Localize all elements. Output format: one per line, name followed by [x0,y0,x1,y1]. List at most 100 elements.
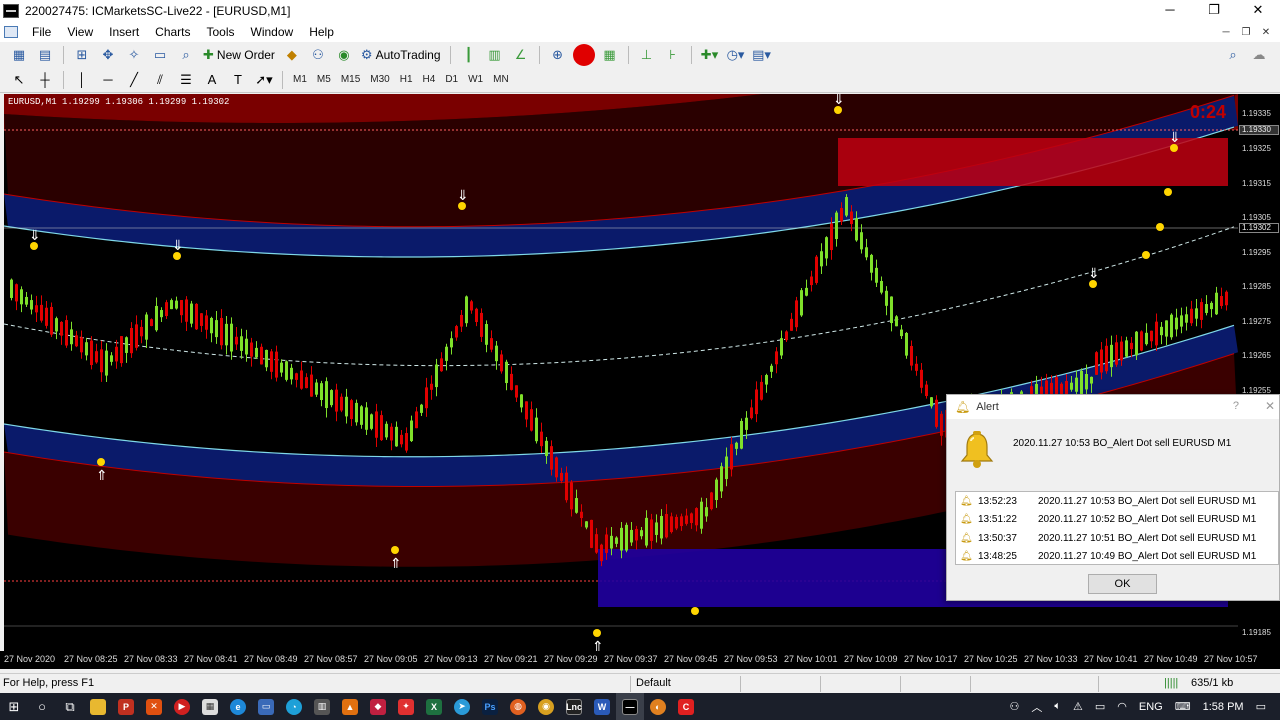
strategy-tester-icon[interactable]: ⌕ [175,45,197,65]
battery-icon[interactable]: ▭ [1095,700,1105,713]
candlestick-icon[interactable]: ▥ [484,45,506,65]
app-icon[interactable]: Lnc [560,693,588,720]
metatrader-icon[interactable]: — [616,693,644,720]
line-chart-icon[interactable]: ∠ [510,45,532,65]
timeframe-d1[interactable]: D1 [440,74,463,85]
task-view-icon[interactable]: ⧉ [56,693,84,720]
timeframe-mn[interactable]: MN [488,74,514,85]
alert-row[interactable]: 🔔︎ 13:52:23 2020.11.27 10:53 BO_Alert Do… [956,492,1278,511]
text-icon[interactable]: A [201,70,223,90]
menu-window[interactable]: Window [243,25,302,39]
timeframe-m5[interactable]: M5 [312,74,336,85]
file-explorer-icon[interactable] [84,693,112,720]
edge-icon[interactable]: e [224,693,252,720]
periods-icon[interactable]: ◷▾ [725,45,747,65]
signals-icon[interactable]: ⚇ [307,45,329,65]
app-icon[interactable]: ▦ [196,693,224,720]
timeframe-h1[interactable]: H1 [395,74,418,85]
auto-scroll-icon[interactable]: ⊥ [636,45,658,65]
terminal-icon[interactable]: ▭ [149,45,171,65]
app-icon[interactable]: ◐ [644,693,672,720]
app-icon[interactable]: C [672,693,700,720]
vertical-line-icon[interactable]: │ [71,70,93,90]
app-icon[interactable]: ▶ [168,693,196,720]
text-label-icon[interactable]: T [227,70,249,90]
menu-insert[interactable]: Insert [101,25,147,39]
record-indicator-icon[interactable] [572,43,595,66]
clock[interactable]: 1:58 PM [1203,701,1244,713]
tile-windows-icon[interactable]: ▦ [599,45,621,65]
fibonacci-icon[interactable]: ☰ [175,70,197,90]
alert-ok-button[interactable]: OK [1088,574,1157,594]
indicators-icon[interactable]: ✚▾ [699,45,721,65]
mdi-minimize-icon[interactable]: ─ [1216,27,1236,38]
wifi-icon[interactable]: ◠ [1117,700,1127,713]
autotrading-button[interactable]: ⚙ AutoTrading [357,45,445,65]
navigator-icon[interactable]: ✧ [123,45,145,65]
channel-icon[interactable]: ⫽ [149,70,171,90]
excel-icon[interactable]: X [420,693,448,720]
firefox-icon[interactable]: ◍ [504,693,532,720]
new-chart-icon[interactable]: ▦ [8,45,30,65]
photoshop-icon[interactable]: Ps [476,693,504,720]
chat-icon[interactable]: ☁ [1248,45,1270,65]
templates-icon[interactable]: ▤▾ [751,45,773,65]
app-icon[interactable]: P [112,693,140,720]
alert-help-button[interactable]: ? [1233,400,1239,412]
market-icon[interactable]: ◉ [333,45,355,65]
profiles-icon[interactable]: ▤ [34,45,56,65]
notifications-icon[interactable]: ▭ [1256,700,1266,713]
people-icon[interactable]: ⚇ [1010,700,1020,713]
minimize-button[interactable]: ─ [1148,0,1192,22]
close-button[interactable]: ✕ [1236,0,1280,22]
crosshair-icon[interactable]: ┼ [34,70,56,90]
keyboard-icon[interactable]: ⌨ [1175,700,1191,713]
menu-file[interactable]: File [24,25,59,39]
mdi-close-icon[interactable]: ✕ [1256,27,1276,38]
menu-help[interactable]: Help [301,25,342,39]
cursor-icon[interactable]: ↖ [8,70,30,90]
app-icon[interactable]: ▲ [336,693,364,720]
tray-expand-icon[interactable]: ︿ [1031,699,1042,715]
timeframe-m30[interactable]: M30 [365,74,394,85]
timeframe-h4[interactable]: H4 [418,74,441,85]
app-icon[interactable]: ◔ [280,693,308,720]
restore-button[interactable]: ❐ [1192,0,1236,22]
search-icon[interactable]: ○ [28,693,56,720]
app-icon[interactable]: ◆ [364,693,392,720]
menu-tools[interactable]: Tools [199,25,243,39]
alert-row[interactable]: 🔔︎ 13:51:22 2020.11.27 10:52 BO_Alert Do… [956,511,1278,530]
horizontal-line-icon[interactable]: ─ [97,70,119,90]
volume-icon[interactable]: 🔈︎ [1054,700,1061,713]
network-icon[interactable]: ⚠ [1073,700,1083,713]
timeframe-w1[interactable]: W1 [463,74,488,85]
language-indicator[interactable]: ENG [1139,701,1163,713]
alert-history-list[interactable]: 🔔︎ 13:52:23 2020.11.27 10:53 BO_Alert Do… [955,491,1279,565]
market-watch-icon[interactable]: ⊞ [71,45,93,65]
app-icon[interactable]: ▥ [308,693,336,720]
timeframe-m15[interactable]: M15 [336,74,365,85]
data-window-icon[interactable]: ✥ [97,45,119,65]
search-icon[interactable]: ⌕ [1222,45,1244,65]
word-icon[interactable]: W [588,693,616,720]
app-icon[interactable]: ✕ [140,693,168,720]
alert-row[interactable]: 🔔︎ 13:50:37 2020.11.27 10:51 BO_Alert Do… [956,529,1278,548]
app-icon[interactable]: ▭ [252,693,280,720]
alert-close-button[interactable]: ✕ [1265,399,1275,413]
mdi-restore-icon[interactable]: ❐ [1236,27,1256,38]
bar-chart-icon[interactable]: ┃ [458,45,480,65]
menu-charts[interactable]: Charts [147,25,198,39]
zoom-in-icon[interactable]: ⊕ [547,45,569,65]
telegram-icon[interactable]: ➤ [448,693,476,720]
timeframe-m1[interactable]: M1 [288,74,312,85]
arrows-icon[interactable]: ➚▾ [253,70,275,90]
metaeditor-icon[interactable]: ◆ [281,45,303,65]
alert-row[interactable]: 🔔︎ 13:48:25 2020.11.27 10:49 BO_Alert Do… [956,548,1278,567]
trendline-icon[interactable]: ╱ [123,70,145,90]
time-axis[interactable]: 27 Nov 2020 27 Nov 08:25 27 Nov 08:33 27… [0,651,1280,669]
chrome-icon[interactable]: ◉ [532,693,560,720]
menu-view[interactable]: View [59,25,101,39]
windows-start-icon[interactable]: ⊞ [0,693,28,720]
chart-shift-icon[interactable]: ⊦ [662,45,684,65]
app-icon[interactable]: ✦ [392,693,420,720]
